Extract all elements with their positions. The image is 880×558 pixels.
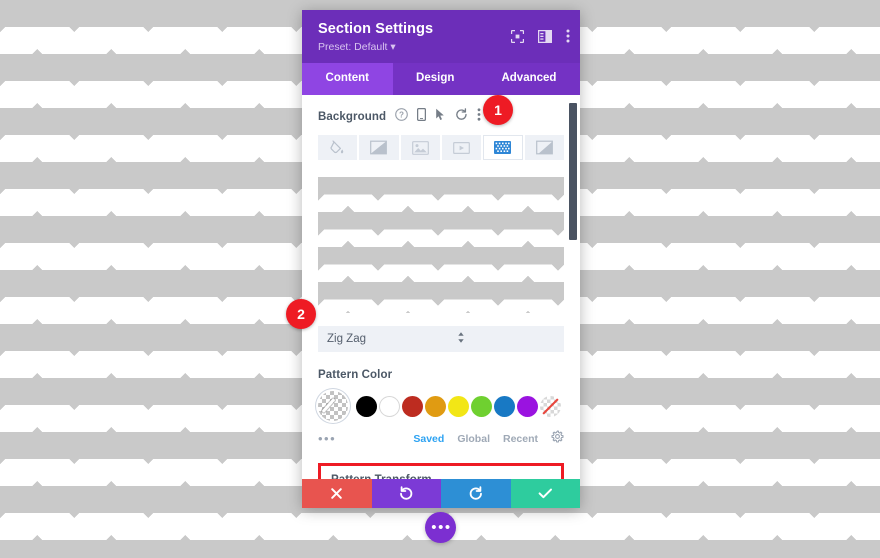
swatch-purple[interactable] xyxy=(517,395,538,417)
expand-icon[interactable] xyxy=(510,29,525,48)
palette-tabs-row: ••• Saved Global Recent xyxy=(318,430,564,448)
help-icon[interactable]: ? xyxy=(395,108,408,126)
tab-design[interactable]: Design xyxy=(393,63,478,95)
annotation-badge-1: 1 xyxy=(483,95,513,125)
chevron-down-icon: ▾ xyxy=(390,41,396,53)
background-type-buttons xyxy=(318,135,564,160)
modal-body: Background ? Zig Zag Pattern Color ••• S… xyxy=(302,95,580,479)
kebab-menu-icon[interactable] xyxy=(566,29,570,48)
save-button[interactable] xyxy=(510,479,580,508)
more-options-fab[interactable]: ••• xyxy=(425,512,456,543)
more-colors-icon[interactable]: ••• xyxy=(318,432,336,445)
pattern-color-label: Pattern Color xyxy=(318,369,393,381)
pattern-transform-label: Pattern Transform xyxy=(331,474,551,479)
modal-header-icons xyxy=(510,29,570,48)
background-label: Background xyxy=(318,111,387,123)
gear-icon[interactable] xyxy=(551,430,564,448)
pattern-preview xyxy=(318,177,564,313)
tab-content[interactable]: Content xyxy=(302,63,393,95)
swatch-none[interactable] xyxy=(540,395,561,417)
swatch-blue[interactable] xyxy=(494,395,515,417)
background-gradient-icon[interactable] xyxy=(359,135,399,160)
pattern-color-swatches xyxy=(318,391,564,421)
tab-advanced[interactable]: Advanced xyxy=(478,63,580,95)
swatch-green[interactable] xyxy=(471,395,492,417)
swatch-white[interactable] xyxy=(379,395,400,417)
layout-icon[interactable] xyxy=(537,29,553,48)
background-mask-icon[interactable] xyxy=(524,135,564,160)
swatch-black[interactable] xyxy=(356,395,377,417)
palette-tabs: Saved Global Recent xyxy=(413,430,564,448)
swatch-orange[interactable] xyxy=(425,395,446,417)
cursor-icon[interactable] xyxy=(435,108,446,126)
pattern-select[interactable]: Zig Zag xyxy=(318,326,564,352)
swatch-color-picker[interactable] xyxy=(318,391,348,421)
modal-footer xyxy=(302,479,580,508)
modal-tabs: Content Design Advanced xyxy=(302,63,580,95)
mobile-icon[interactable] xyxy=(417,107,427,126)
select-stepper-icon xyxy=(457,331,556,347)
palette-tab-saved[interactable]: Saved xyxy=(413,433,444,445)
redo-button[interactable] xyxy=(441,479,511,508)
swatch-yellow[interactable] xyxy=(448,395,469,417)
background-color-icon[interactable] xyxy=(318,135,358,160)
annotation-badge-2: 2 xyxy=(286,299,316,329)
modal-header: Section Settings Preset: Default ▾ xyxy=(302,10,580,63)
cancel-button[interactable] xyxy=(302,479,372,508)
modal-scrollbar[interactable] xyxy=(569,95,577,479)
pattern-transform-section: Pattern Transform xyxy=(318,463,564,479)
preset-label: Preset: Default xyxy=(318,41,388,53)
kebab-menu-icon[interactable] xyxy=(477,108,481,126)
reset-icon[interactable] xyxy=(455,108,468,126)
background-pattern-icon[interactable] xyxy=(483,135,523,160)
background-video-icon[interactable] xyxy=(441,135,482,160)
pattern-select-value: Zig Zag xyxy=(327,333,366,345)
swatch-red[interactable] xyxy=(402,395,423,417)
modal-scrollbar-thumb[interactable] xyxy=(569,103,577,240)
section-settings-modal: Section Settings Preset: Default ▾ Conte… xyxy=(302,10,580,508)
undo-button[interactable] xyxy=(371,479,441,508)
svg-text:?: ? xyxy=(399,111,404,120)
fab-dots: ••• xyxy=(431,518,452,536)
background-toolbar: Background ? xyxy=(318,95,564,135)
background-image-icon[interactable] xyxy=(400,135,440,160)
palette-tab-recent[interactable]: Recent xyxy=(503,433,538,445)
page-background: Section Settings Preset: Default ▾ Conte… xyxy=(0,0,880,558)
palette-tab-global[interactable]: Global xyxy=(457,433,490,445)
